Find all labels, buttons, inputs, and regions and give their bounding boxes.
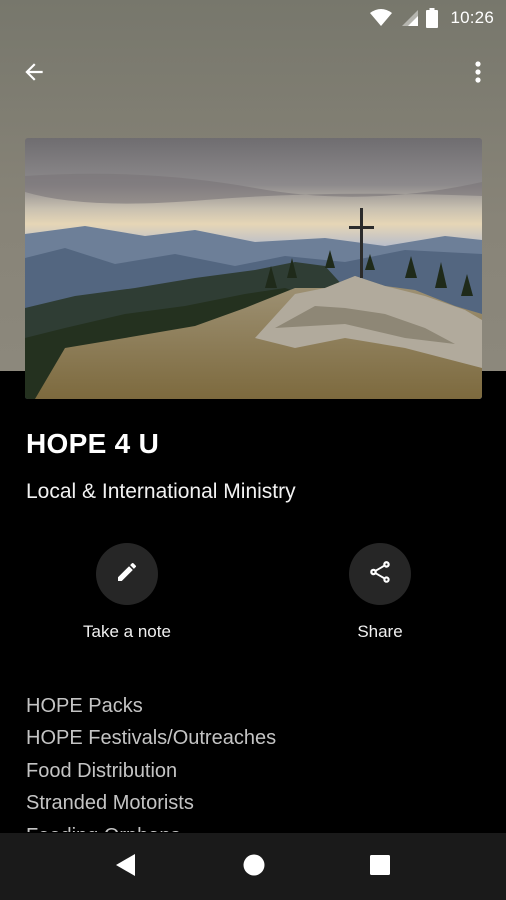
triangle-back-icon (115, 853, 137, 882)
ministry-list[interactable]: HOPE Packs HOPE Festivals/Outreaches Foo… (26, 690, 486, 832)
page-title: HOPE 4 U (26, 428, 160, 459)
page-subtitle: Local & International Ministry (26, 480, 296, 503)
status-time: 10:26 (450, 8, 494, 27)
list-item: Food Distribution (26, 759, 178, 782)
take-note-button[interactable] (96, 543, 158, 605)
back-button[interactable] (16, 56, 52, 92)
cellular-signal-icon (400, 9, 419, 27)
arrow-back-icon (21, 59, 47, 90)
overflow-menu-button[interactable] (466, 56, 490, 92)
share-action[interactable]: Share (300, 543, 460, 642)
list-item: Feeding Orphans (26, 820, 486, 832)
share-button[interactable] (349, 543, 411, 605)
more-vert-icon (475, 60, 481, 89)
wifi-icon (370, 9, 393, 27)
toolbar (0, 46, 506, 102)
battery-icon (426, 8, 439, 28)
share-label: Share (357, 622, 403, 641)
share-icon (367, 559, 393, 590)
system-navigation-bar (0, 833, 506, 900)
list-item: Stranded Motorists (26, 792, 194, 815)
nav-home-button[interactable] (240, 853, 268, 881)
square-recents-icon (369, 854, 391, 881)
list-item: HOPE Festivals/Outreaches (26, 727, 277, 750)
hero-image (25, 138, 482, 399)
take-note-action[interactable]: Take a note (47, 543, 207, 642)
status-bar: 10:26 (0, 0, 506, 36)
list-item: HOPE Packs (26, 695, 143, 717)
nav-recents-button[interactable] (366, 853, 394, 881)
take-note-label: Take a note (83, 622, 171, 641)
nav-back-button[interactable] (112, 853, 140, 881)
circle-home-icon (242, 853, 266, 882)
pencil-icon (115, 560, 139, 589)
